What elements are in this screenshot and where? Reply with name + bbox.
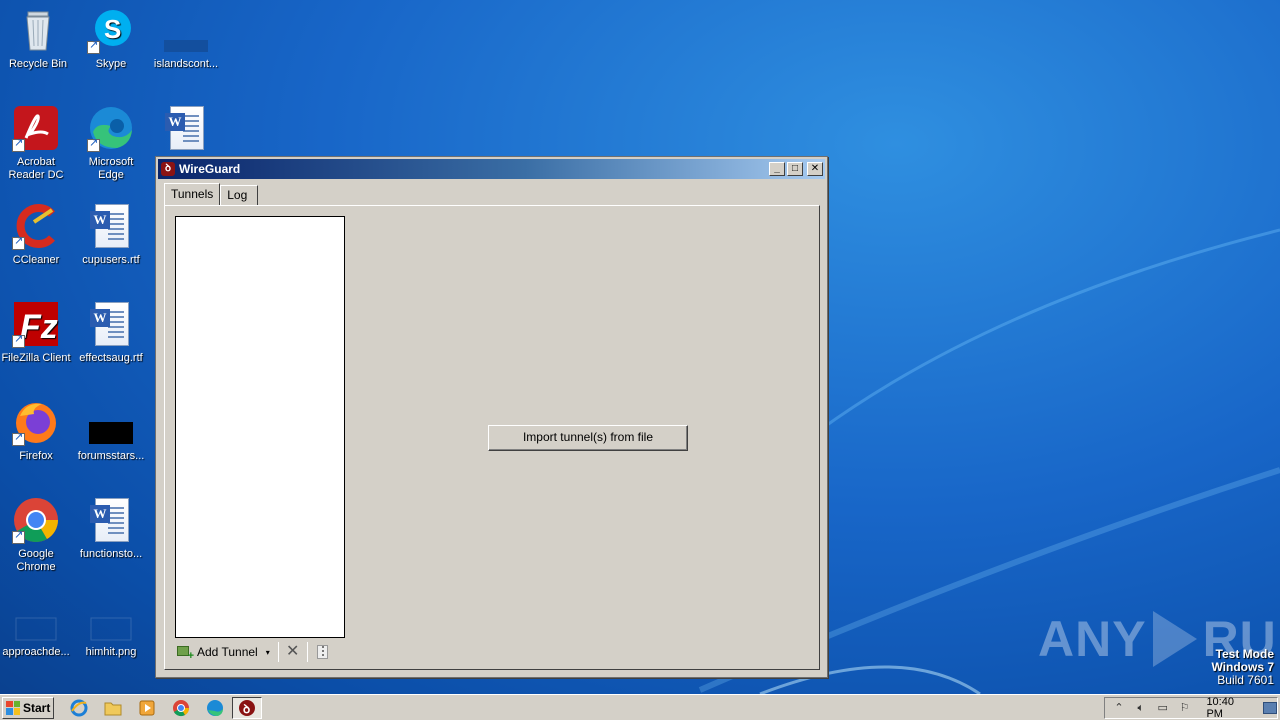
shortcut-arrow-icon (12, 529, 25, 544)
word-document-icon: W (87, 300, 135, 348)
desktop-icon-effectsaug[interactable]: W effectsaug.rtf (73, 300, 149, 365)
edge-icon (87, 104, 135, 152)
media-player-icon[interactable] (136, 698, 158, 718)
internet-explorer-icon[interactable] (68, 698, 90, 718)
import-tunnel-button[interactable]: Import tunnel(s) from file (488, 425, 688, 451)
desktop-icon-chrome[interactable]: Google Chrome (0, 496, 74, 574)
desktop-icon-approachde[interactable]: approachde... (0, 594, 74, 659)
chevron-down-icon[interactable]: ▾ (266, 648, 270, 657)
file-thumbnail-icon (162, 6, 210, 54)
shortcut-arrow-icon (12, 333, 25, 348)
shortcut-arrow-icon (12, 137, 25, 152)
flag-icon[interactable]: ⚐ (1177, 700, 1193, 716)
desktop-icon-word-doc[interactable]: W (148, 104, 224, 156)
file-thumbnail-icon (12, 594, 60, 642)
ccleaner-icon (12, 202, 60, 250)
shortcut-arrow-icon (12, 431, 25, 446)
add-tunnel-button[interactable]: + Add Tunnel ▾ (175, 641, 274, 663)
add-tunnel-icon: + (177, 645, 194, 662)
tunnel-list-toolbar: + Add Tunnel ▾ ✕ (175, 639, 345, 665)
quick-launch: ꝺ (68, 696, 274, 719)
maximize-button[interactable]: □ (787, 162, 803, 176)
window-title: WireGuard (179, 162, 241, 176)
desktop-icon-islandscont[interactable]: islandscont... (148, 6, 224, 71)
clock[interactable]: 10:40 PM (1206, 696, 1253, 720)
desktop-icon-ccleaner[interactable]: CCleaner (0, 202, 74, 267)
skype-icon: S (87, 6, 135, 54)
tab-tunnels[interactable]: Tunnels (164, 183, 221, 205)
svg-text:S: S (104, 14, 121, 44)
desktop-icon-cupusers[interactable]: W cupusers.rtf (73, 202, 149, 267)
wireguard-logo-icon: ꝺ (161, 162, 175, 176)
minimize-button[interactable]: _ (769, 162, 785, 176)
desktop-icon-skype[interactable]: S Skype (73, 6, 149, 71)
chrome-icon (12, 496, 60, 544)
desktop-icon-himhit[interactable]: himhit.png (73, 594, 149, 659)
anyrun-watermark: ANY RUN (1038, 606, 1280, 672)
file-thumbnail-icon (87, 594, 135, 642)
test-mode-line3: Build 7601 (1217, 673, 1274, 687)
windows-flag-icon (6, 700, 20, 715)
tunnels-panel: + Add Tunnel ▾ ✕ Import tunnel(s) from f… (164, 205, 820, 670)
shortcut-arrow-icon (87, 137, 100, 152)
word-document-icon: W (87, 202, 135, 250)
tab-strip: Tunnels Log (164, 183, 259, 205)
desktop-icon-recycle-bin[interactable]: Recycle Bin (0, 6, 76, 71)
network-icon[interactable]: ▭ (1155, 700, 1171, 716)
desktop-icon-functionsto[interactable]: W functionsto... (73, 496, 149, 561)
wireguard-window: ꝺ WireGuard _ □ ✕ Tunnels Log + Add Tunn… (155, 156, 828, 678)
test-mode-notice: Test Mode Windows 7 Build 7601 (1211, 648, 1274, 687)
tunnel-list[interactable] (175, 216, 345, 638)
toolbar-separator (277, 642, 279, 662)
taskbar: Start ꝺ ⌃ 🔈︎ ▭ ⚐ 10:40 PM (0, 694, 1280, 720)
export-zip-icon[interactable] (312, 642, 332, 662)
volume-icon[interactable]: 🔈︎ (1133, 700, 1149, 716)
recycle-bin-icon (14, 6, 62, 54)
firefox-icon (12, 398, 60, 446)
word-document-icon: W (87, 496, 135, 544)
title-bar[interactable]: ꝺ WireGuard _ □ ✕ (158, 159, 825, 179)
svg-text:Fz: Fz (20, 308, 58, 346)
edge-taskbar-icon[interactable] (204, 698, 226, 718)
show-desktop-icon[interactable] (1263, 702, 1277, 714)
desktop-icon-edge[interactable]: Microsoft Edge (73, 104, 149, 182)
filezilla-icon: Fz (12, 300, 60, 348)
start-button[interactable]: Start (2, 696, 54, 719)
svg-text:ꝺ: ꝺ (243, 702, 250, 716)
word-document-icon: W (162, 104, 210, 152)
watermark-left: ANY (1038, 611, 1147, 667)
up-arrow-icon[interactable]: ⌃ (1111, 700, 1127, 716)
desktop-icon-filezilla[interactable]: Fz FileZilla Client (0, 300, 74, 365)
folder-icon[interactable] (102, 698, 124, 718)
toolbar-separator (306, 642, 308, 662)
desktop-icon-forumsstars[interactable]: forumsstars... (73, 398, 149, 463)
acrobat-icon (12, 104, 60, 152)
play-icon (1152, 611, 1197, 667)
delete-tunnel-icon[interactable]: ✕ (283, 642, 303, 662)
shortcut-arrow-icon (87, 39, 100, 54)
desktop-icon-acrobat[interactable]: Acrobat Reader DC (0, 104, 74, 182)
system-tray: ⌃ 🔈︎ ▭ ⚐ 10:40 PM (1104, 696, 1278, 720)
wireguard-taskbar-button[interactable]: ꝺ (232, 696, 262, 719)
black-thumbnail-icon (87, 398, 135, 446)
tab-log[interactable]: Log (220, 185, 259, 205)
close-button[interactable]: ✕ (807, 162, 823, 176)
desktop-icon-firefox[interactable]: Firefox (0, 398, 74, 463)
chrome-taskbar-icon[interactable] (170, 698, 192, 718)
add-tunnel-label: Add Tunnel (197, 645, 258, 659)
shortcut-arrow-icon (12, 235, 25, 250)
start-label: Start (23, 700, 51, 715)
